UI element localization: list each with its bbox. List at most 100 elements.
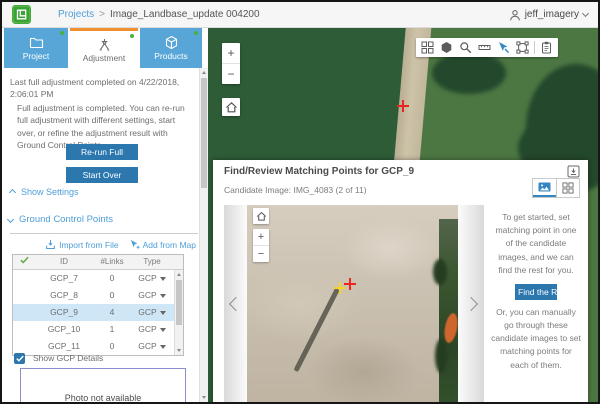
start-over-button[interactable]: Start Over bbox=[66, 167, 138, 183]
viewer-zoom-control: + − bbox=[253, 229, 269, 262]
candidate-image[interactable]: + − bbox=[247, 205, 458, 402]
single-view-toggle-active[interactable] bbox=[533, 179, 556, 197]
gcp-type-cell[interactable]: GCP bbox=[131, 338, 173, 355]
table-scrollbar[interactable] bbox=[174, 270, 183, 355]
layers-icon[interactable] bbox=[437, 38, 456, 57]
tab-label: Adjustment bbox=[83, 53, 126, 63]
checkbox-checked[interactable] bbox=[14, 353, 25, 364]
tab-project[interactable]: Project bbox=[4, 28, 68, 68]
thumbnails-icon[interactable] bbox=[418, 38, 437, 57]
table-row-gcp-7[interactable]: GCP_7 0 GCP bbox=[13, 270, 183, 287]
viewer-zoom-out-button[interactable]: − bbox=[253, 245, 269, 262]
tab-label: Products bbox=[154, 51, 188, 61]
find-the-rest-button[interactable]: Find the Rest bbox=[515, 284, 557, 300]
map-gcp-marker-red-cross[interactable] bbox=[396, 99, 410, 113]
gcp-type-cell[interactable]: GCP bbox=[131, 321, 173, 338]
row-check-cell bbox=[13, 270, 35, 287]
table-row-gcp-10[interactable]: GCP_10 1 GCP bbox=[13, 321, 183, 338]
gcp-table-body: GCP_7 0 GCP GCP_8 0 GCP GCP_9 4 GCP bbox=[13, 270, 183, 355]
divider bbox=[10, 233, 198, 234]
tab-adjustment[interactable]: Adjustment bbox=[70, 28, 138, 68]
grid-view-toggle[interactable] bbox=[556, 179, 580, 197]
view-mode-toggle bbox=[532, 178, 580, 198]
gcp-id-cell: GCP_9 bbox=[35, 304, 93, 321]
gcp-id-cell: GCP_10 bbox=[35, 321, 93, 338]
matching-point-red-cross[interactable] bbox=[343, 277, 357, 291]
breadcrumb-project-title: Image_Landbase_update 004200 bbox=[110, 9, 260, 20]
show-settings-toggle[interactable]: Show Settings bbox=[10, 187, 79, 197]
scroll-down-arrow[interactable] bbox=[175, 346, 183, 355]
map-canvas[interactable]: + − bbox=[208, 28, 598, 402]
scroll-down-arrow[interactable] bbox=[200, 393, 208, 402]
tab-status-dot bbox=[60, 31, 64, 35]
gcp-actions-row: Import from File Add from Map bbox=[10, 239, 196, 250]
viewer-zoom-in-button[interactable]: + bbox=[253, 229, 269, 245]
select-points-tool-icon-active[interactable] bbox=[494, 38, 513, 57]
scrollbar-thumb[interactable] bbox=[201, 78, 207, 188]
id-column-header[interactable]: ID bbox=[35, 255, 93, 269]
panel-scrollbar[interactable] bbox=[199, 68, 208, 402]
dropdown-caret-icon bbox=[160, 277, 166, 281]
gcp-section-label: Ground Control Points bbox=[19, 214, 113, 225]
top-bar: Projects > Image_Landbase_update 004200 … bbox=[2, 2, 598, 28]
import-from-file-link[interactable]: Import from File bbox=[45, 239, 119, 250]
map-zoom-control: + − bbox=[222, 43, 240, 84]
cube-icon bbox=[164, 35, 179, 50]
show-settings-label: Show Settings bbox=[21, 187, 79, 197]
breadcrumb-separator: > bbox=[99, 9, 105, 20]
chevron-right-icon bbox=[464, 296, 478, 310]
gcp-type-cell[interactable]: GCP bbox=[131, 270, 173, 287]
zoom-out-button[interactable]: − bbox=[222, 63, 240, 84]
zoom-in-button[interactable]: + bbox=[222, 43, 240, 63]
viewer-home-button[interactable] bbox=[253, 208, 269, 224]
table-row-gcp-9-selected[interactable]: GCP_9 4 GCP bbox=[13, 304, 183, 321]
photo-not-available-text: Photo not available bbox=[21, 393, 185, 402]
user-menu[interactable]: jeff_imagery bbox=[509, 9, 588, 21]
row-check-cell bbox=[13, 304, 35, 321]
rerun-full-button[interactable]: Re-run Full bbox=[66, 144, 138, 160]
image-frame-icon[interactable] bbox=[513, 38, 532, 57]
folder-icon bbox=[29, 35, 44, 50]
toolbar-separator bbox=[534, 41, 535, 54]
adjustment-panel: Project Adjustment Products bbox=[2, 28, 208, 402]
gcp-photo-placeholder: Photo not available bbox=[20, 368, 186, 402]
row-check-cell bbox=[13, 287, 35, 304]
gcp-type-cell[interactable]: GCP bbox=[131, 287, 173, 304]
tab-products[interactable]: Products bbox=[140, 28, 202, 68]
measure-icon[interactable] bbox=[475, 38, 494, 57]
check-icon bbox=[16, 355, 24, 362]
links-column-header[interactable]: #Links bbox=[93, 255, 131, 269]
tab-label: Project bbox=[23, 51, 49, 61]
gcp-links-cell: 4 bbox=[93, 304, 131, 321]
dropdown-caret-icon bbox=[160, 328, 166, 332]
person-icon bbox=[509, 9, 521, 21]
add-from-map-link[interactable]: Add from Map bbox=[129, 239, 196, 250]
import-file-icon bbox=[45, 239, 56, 250]
user-name: jeff_imagery bbox=[525, 9, 579, 20]
scroll-up-arrow[interactable] bbox=[200, 68, 208, 77]
scrollbar-thumb[interactable] bbox=[176, 280, 182, 325]
add-link-label: Add from Map bbox=[143, 240, 196, 250]
dropdown-caret-icon bbox=[160, 345, 166, 349]
check-column-header bbox=[13, 255, 35, 269]
table-row-gcp-8[interactable]: GCP_8 0 GCP bbox=[13, 287, 183, 304]
vegetation-edge bbox=[439, 219, 458, 402]
gcp-links-cell: 1 bbox=[93, 321, 131, 338]
clipboard-icon[interactable] bbox=[537, 38, 556, 57]
next-image-button[interactable] bbox=[458, 205, 484, 402]
type-column-header[interactable]: Type bbox=[131, 255, 173, 269]
home-extent-button[interactable] bbox=[222, 98, 240, 116]
gcp-type-cell[interactable]: GCP bbox=[131, 304, 173, 321]
show-gcp-details-label: Show GCP Details bbox=[33, 352, 103, 364]
breadcrumb-projects-link[interactable]: Projects bbox=[58, 9, 94, 20]
tab-status-dot bbox=[194, 31, 198, 35]
gcp-section-toggle[interactable]: Ground Control Points bbox=[8, 214, 113, 225]
grid-view-icon bbox=[562, 182, 574, 194]
gcp-links-cell: 0 bbox=[93, 270, 131, 287]
check-icon bbox=[20, 256, 29, 264]
scroll-up-arrow[interactable] bbox=[175, 270, 183, 279]
search-icon[interactable] bbox=[456, 38, 475, 57]
row-check-cell bbox=[13, 321, 35, 338]
previous-image-button[interactable] bbox=[224, 205, 247, 402]
show-gcp-details-checkbox[interactable]: Show GCP Details bbox=[14, 352, 103, 364]
